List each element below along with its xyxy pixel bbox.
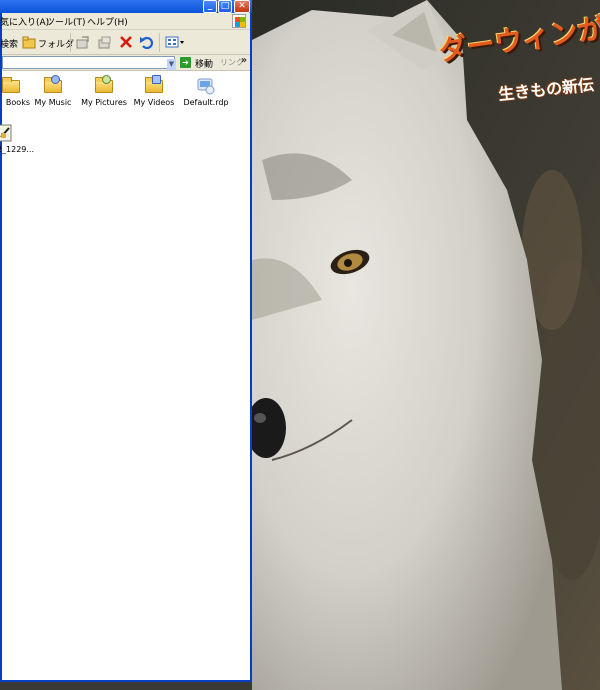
toolbar-separator: [159, 33, 160, 52]
explorer-window: _ □ ✕ 気に入り(A) ツール(T) ヘルプ(H) 検索 フォルダ ▼ ➜ …: [0, 0, 252, 682]
search-button[interactable]: 検索: [0, 37, 18, 50]
views-icon[interactable]: [165, 35, 185, 49]
folder-icon: [1, 76, 21, 94]
address-input[interactable]: ▼: [2, 56, 176, 70]
file-item-default-rdp[interactable]: Default.rdp: [175, 76, 237, 107]
file-list-pane[interactable]: Books My Music My Pictures My Videos Def…: [0, 71, 250, 680]
videos-folder-icon: [144, 75, 164, 94]
menu-bar: 気に入り(A) ツール(T) ヘルプ(H): [0, 13, 250, 30]
folders-button[interactable]: フォルダ: [38, 37, 74, 50]
file-item-label: Default.rdp: [183, 98, 229, 107]
desktop-wallpaper: ダーウィンが来 生きもの新伝: [252, 0, 600, 690]
pictures-folder-icon: [94, 75, 114, 94]
copy-to-icon[interactable]: [98, 35, 112, 49]
address-dropdown-icon[interactable]: ▼: [167, 59, 176, 70]
menu-help[interactable]: ヘルプ(H): [87, 15, 128, 28]
undo-icon[interactable]: [139, 35, 154, 50]
maximize-button[interactable]: □: [218, 0, 232, 13]
delete-icon[interactable]: [119, 35, 133, 49]
folders-icon[interactable]: [22, 35, 36, 49]
address-bar: ▼ ➜ 移動 リンク »: [2, 55, 250, 71]
shortcut-file-icon: [0, 123, 13, 142]
minimize-button[interactable]: _: [203, 0, 217, 13]
move-to-icon[interactable]: [76, 35, 90, 49]
wolf-photo: [252, 0, 600, 690]
menu-favorites[interactable]: 気に入り(A): [0, 15, 49, 28]
go-arrow-icon[interactable]: ➜: [180, 57, 191, 68]
go-button[interactable]: 移動: [195, 57, 213, 70]
toolbar-separator: [70, 33, 71, 52]
remote-desktop-file-icon: [196, 76, 216, 95]
title-bar[interactable]: _ □ ✕: [0, 0, 252, 13]
file-item-label: 2_1229...: [0, 145, 34, 154]
menu-tools[interactable]: ツール(T): [46, 15, 86, 28]
windows-logo-icon: [232, 14, 246, 28]
music-folder-icon: [43, 75, 63, 94]
file-item-shortcut[interactable]: 2_1229...: [0, 123, 42, 154]
close-button[interactable]: ✕: [234, 0, 250, 13]
links-chevron-icon[interactable]: »: [241, 55, 247, 66]
standard-toolbar: 検索 フォルダ: [0, 30, 250, 55]
